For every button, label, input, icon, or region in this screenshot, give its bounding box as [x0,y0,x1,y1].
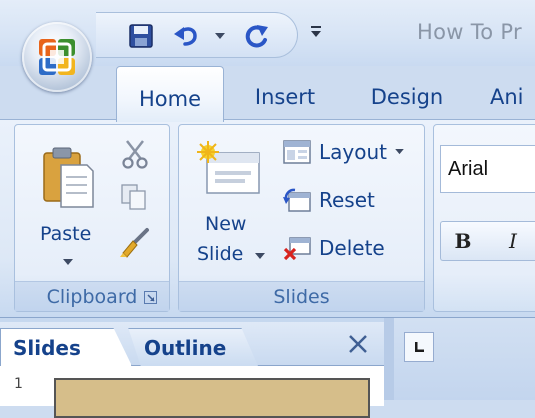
chevron-down-icon [395,149,404,155]
undo-dropdown[interactable] [212,21,228,51]
slides-pane-area: Outline Slides 1 [0,318,535,418]
font-group: Arial B I [433,124,535,312]
layout-button[interactable]: Layout [283,135,404,169]
reset-icon [283,188,311,212]
tab-outline[interactable]: Outline [128,328,258,366]
format-painter-button[interactable] [119,227,155,261]
tab-insert[interactable]: Insert [240,74,330,120]
office-button[interactable] [22,22,92,92]
format-painter-icon [120,228,149,258]
bold-button[interactable]: B [443,222,483,260]
window-title: How To Pr [417,20,522,44]
layout-icon [283,140,311,164]
undo-button[interactable] [172,21,202,51]
copy-icon [121,184,146,210]
font-name-input[interactable]: Arial [440,145,535,193]
chevron-down-icon [311,26,321,37]
format-toolbar: B I [440,221,535,261]
customize-toolbar-button[interactable] [310,24,322,43]
delete-button[interactable]: Delete [283,231,385,265]
delete-label: Delete [319,236,385,260]
slide-thumbnail[interactable] [54,378,370,418]
layout-label: Layout [319,140,387,164]
tab-design[interactable]: Design [362,74,452,120]
slides-pane-header: Outline Slides [0,322,384,366]
reset-button[interactable]: Reset [283,183,375,217]
ribbon: Paste Clipboard New Slide Layout Reset D… [0,119,535,318]
quick-access-toolbar [96,12,298,58]
clipboard-group-title: Clipboard [46,285,138,308]
new-slide-icon [197,141,260,194]
cut-button[interactable] [119,139,155,171]
ruler-tab-selector[interactable] [404,332,434,362]
paste-icon [43,147,94,208]
slide-number: 1 [14,376,23,392]
reset-label: Reset [319,188,375,212]
dialog-launcher-icon[interactable] [144,291,157,304]
chevron-down-icon [63,259,73,265]
left-tab-stop-icon [415,342,424,352]
redo-button[interactable] [242,21,272,51]
pane-splitter[interactable] [384,318,394,400]
slides-group-label: Slides [179,281,424,311]
scissors-icon [122,140,148,169]
paste-label: Paste [40,223,92,245]
tab-animations[interactable]: Ani [490,74,535,120]
slide-editor-area [394,318,535,400]
clipboard-group-label: Clipboard [15,281,169,311]
italic-button[interactable]: I [493,222,533,260]
chevron-down-icon [255,253,265,259]
tab-slides[interactable]: Slides [0,328,132,366]
save-icon [129,24,153,48]
undo-icon [174,27,197,46]
new-slide-button[interactable]: New Slide [185,135,269,275]
close-pane-button[interactable] [348,334,368,358]
copy-button[interactable] [119,183,155,215]
chevron-down-icon [215,33,225,39]
delete-icon [283,237,311,261]
office-logo-icon [39,39,75,75]
slides-group: New Slide Layout Reset Delete Slides [178,124,425,312]
redo-icon [245,25,268,48]
tab-home[interactable]: Home [116,66,224,122]
paste-button[interactable]: Paste [23,131,111,271]
clipboard-group: Paste Clipboard [14,124,170,312]
slide-thumbnail-list: 1 [0,366,384,418]
new-slide-label-line1: New [205,213,247,235]
save-button[interactable] [126,21,156,51]
close-icon [349,335,367,353]
new-slide-label-line2: Slide [197,243,244,265]
